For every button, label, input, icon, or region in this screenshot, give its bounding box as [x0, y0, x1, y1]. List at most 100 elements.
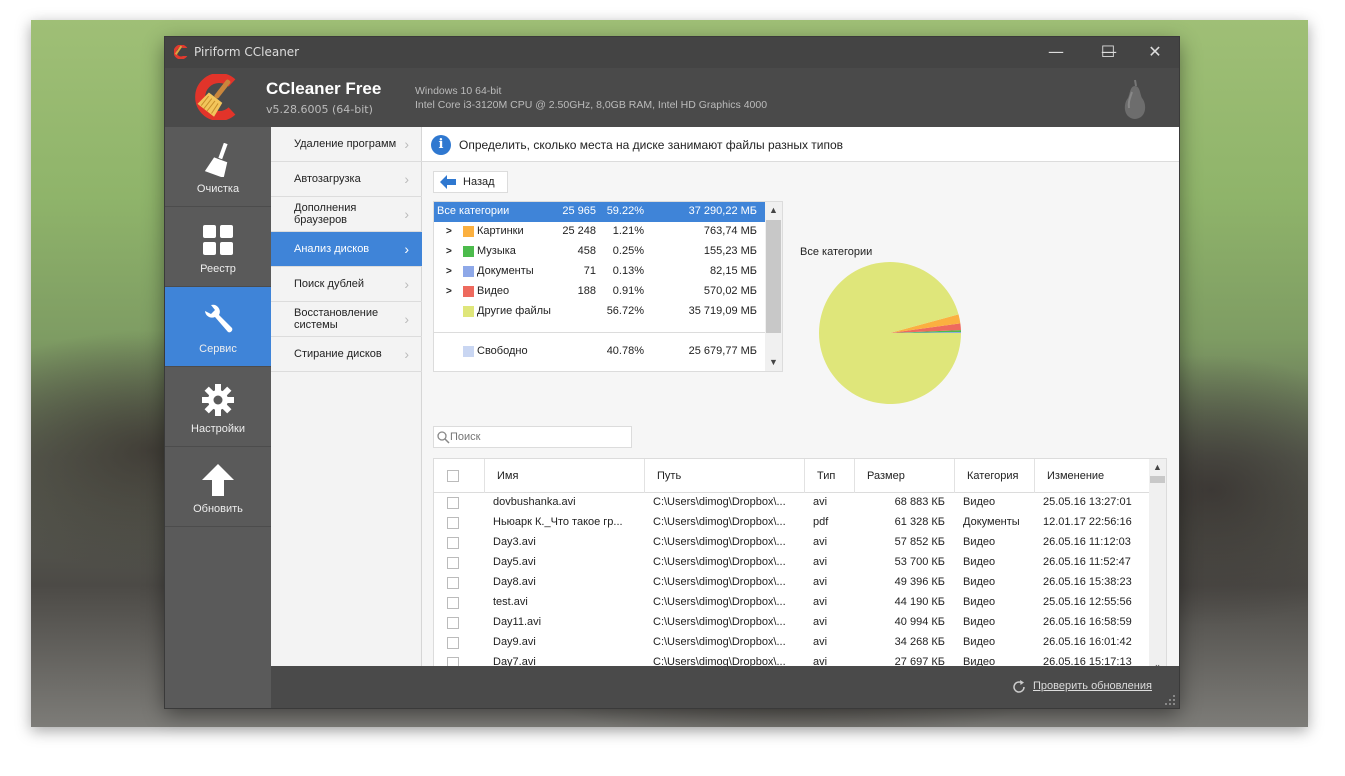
category-size: 82,15 МБ	[710, 265, 757, 277]
file-name: Day5.avi	[493, 556, 536, 568]
subnav-uninstall[interactable]: Удаление программ ›	[271, 127, 422, 162]
search-input[interactable]	[450, 429, 628, 445]
category-percent: 59.22%	[606, 205, 644, 217]
close-icon: ✕	[1148, 42, 1162, 61]
file-size: 61 328 КБ	[894, 516, 945, 528]
expand-chevron-icon[interactable]: >	[446, 246, 452, 257]
close-control[interactable]: ✕	[1132, 37, 1178, 68]
file-name: Day8.avi	[493, 576, 536, 588]
file-size: 68 883 КБ	[894, 496, 945, 508]
ccleaner-small-icon	[174, 45, 188, 59]
category-count: 25 965	[562, 205, 596, 217]
file-checkbox[interactable]	[447, 637, 459, 649]
subnav-browser-plugins[interactable]: Дополнения браузеров ›	[271, 197, 422, 232]
file-row[interactable]: Day5.avi C:\Users\dimog\Dropbox\... avi 53 …	[434, 553, 1150, 573]
file-type: avi	[813, 636, 828, 648]
file-modified: 25.05.16 13:27:01	[1043, 496, 1132, 508]
scroll-thumb[interactable]	[1150, 476, 1165, 483]
subnav-label: Автозагрузка	[294, 173, 361, 185]
file-checkbox[interactable]	[447, 597, 459, 609]
category-size: 763,74 МБ	[703, 225, 757, 237]
file-row[interactable]: Day9.avi C:\Users\dimog\Dropbox\... avi 34 …	[434, 633, 1150, 653]
nav-settings[interactable]: Настройки	[165, 367, 271, 447]
file-vertical-scrollbar[interactable]: ▲ ⌄	[1149, 459, 1166, 675]
subnav-duplicate-finder[interactable]: Поиск дублей ›	[271, 267, 422, 302]
subnav-label: Удаление программ	[294, 138, 397, 150]
file-type: avi	[813, 536, 828, 548]
file-row[interactable]: dovbushanka.avi C:\Users\dimog\Dropbox\..…	[434, 493, 1150, 513]
category-row[interactable]: > Музыка 458 0.25% 155,23 МБ	[434, 242, 766, 262]
minimize-control[interactable]: —	[1033, 37, 1079, 68]
file-checkbox[interactable]	[447, 617, 459, 629]
category-row[interactable]: > Документы 71 0.13% 82,15 МБ	[434, 262, 766, 282]
subnav-label: Восстановление системы	[294, 307, 379, 331]
category-name: Документы	[477, 265, 534, 277]
file-row[interactable]: test.avi C:\Users\dimog\Dropbox\... avi 44 …	[434, 593, 1150, 613]
file-row[interactable]: Day11.avi C:\Users\dimog\Dropbox\... avi 40…	[434, 613, 1150, 633]
nav-cleaner[interactable]: Очистка	[165, 127, 271, 207]
file-name: dovbushanka.avi	[493, 496, 576, 508]
header-label: Путь	[657, 470, 682, 482]
category-row[interactable]: > Видео 188 0.91% 570,02 МБ	[434, 282, 766, 302]
subnav-disk-analyzer[interactable]: Анализ дисков ›	[271, 232, 422, 267]
header-select-all[interactable]	[434, 459, 485, 493]
scroll-up-icon[interactable]: ▲	[1149, 459, 1166, 476]
file-name: Day9.avi	[493, 636, 536, 648]
file-row[interactable]: Ньюарк К._Что такое гр... C:\Users\dimog\…	[434, 513, 1150, 533]
info-bar: i Определить, сколько места на диске зан…	[422, 127, 1179, 162]
category-row[interactable]: Свободно 40.78% 25 679,77 МБ	[434, 342, 766, 362]
category-color-swatch	[463, 346, 474, 357]
check-updates-link[interactable]: Проверить обновления	[1033, 680, 1152, 692]
category-row[interactable]: Все категории 25 965 59.22% 37 290,22 МБ	[434, 202, 766, 222]
nav-cleaner-label: Очистка	[196, 183, 240, 195]
file-modified: 26.05.16 11:12:03	[1043, 536, 1131, 548]
footer-bar: Проверить обновления	[271, 666, 1179, 708]
file-row[interactable]: Day8.avi C:\Users\dimog\Dropbox\... avi 49 …	[434, 573, 1150, 593]
file-table-header: Имя Путь Тип Размер Категория Изменение	[434, 459, 1150, 493]
file-type: avi	[813, 496, 828, 508]
registry-grid-icon	[203, 225, 233, 255]
subnav-system-restore[interactable]: Восстановление системы ›	[271, 302, 422, 337]
file-checkbox[interactable]	[447, 537, 459, 549]
category-scrollbar[interactable]: ▲ ▼	[765, 202, 782, 371]
subnav-drive-wiper[interactable]: Стирание дисков ›	[271, 337, 422, 372]
window-title: Piriform CCleaner	[194, 45, 300, 59]
title-bar[interactable]: Piriform CCleaner —	[165, 37, 1179, 68]
file-category: Видео	[963, 556, 996, 568]
header-type[interactable]: Тип	[805, 459, 855, 493]
nav-registry[interactable]: Реестр	[165, 207, 271, 287]
header-size[interactable]: Размер	[855, 459, 955, 493]
search-box[interactable]	[433, 426, 632, 448]
category-row[interactable]: Другие файлы 56.72% 35 719,09 МБ	[434, 302, 766, 322]
file-checkbox[interactable]	[447, 517, 459, 529]
nav-upgrade[interactable]: Обновить	[165, 447, 271, 527]
resize-grip-icon[interactable]	[1165, 695, 1175, 705]
main-navigation: Очистка Реестр Сервис Настройки Обновить	[165, 127, 271, 708]
expand-chevron-icon[interactable]: >	[446, 266, 452, 277]
header-name[interactable]: Имя	[485, 459, 645, 493]
file-row[interactable]: Day3.avi C:\Users\dimog\Dropbox\... avi 57 …	[434, 533, 1150, 553]
header-modified[interactable]: Изменение	[1035, 459, 1150, 493]
category-percent: 56.72%	[606, 305, 644, 317]
nav-upgrade-label: Обновить	[193, 503, 243, 515]
expand-chevron-icon[interactable]: >	[446, 226, 452, 237]
nav-tools[interactable]: Сервис	[165, 287, 271, 367]
header-path[interactable]: Путь	[645, 459, 805, 493]
chevron-down-icon[interactable]: ▼	[765, 354, 782, 371]
header-label: Имя	[497, 470, 519, 482]
file-modified: 26.05.16 11:52:47	[1043, 556, 1131, 568]
header-category[interactable]: Категория	[955, 459, 1035, 493]
file-checkbox[interactable]	[447, 577, 459, 589]
subnav-startup[interactable]: Автозагрузка ›	[271, 162, 422, 197]
maximize-control[interactable]: ☐	[1085, 37, 1131, 68]
file-type: avi	[813, 616, 828, 628]
category-row[interactable]: > Картинки 25 248 1.21% 763,74 МБ	[434, 222, 766, 242]
scroll-up-icon[interactable]: ▲	[765, 202, 782, 219]
expand-chevron-icon[interactable]: >	[446, 286, 452, 297]
back-button[interactable]: Назад	[433, 171, 508, 193]
file-checkbox[interactable]	[447, 557, 459, 569]
file-checkbox[interactable]	[447, 497, 459, 509]
scroll-thumb[interactable]	[766, 220, 781, 333]
category-size: 25 679,77 МБ	[688, 345, 757, 357]
select-all-checkbox[interactable]	[447, 470, 459, 482]
